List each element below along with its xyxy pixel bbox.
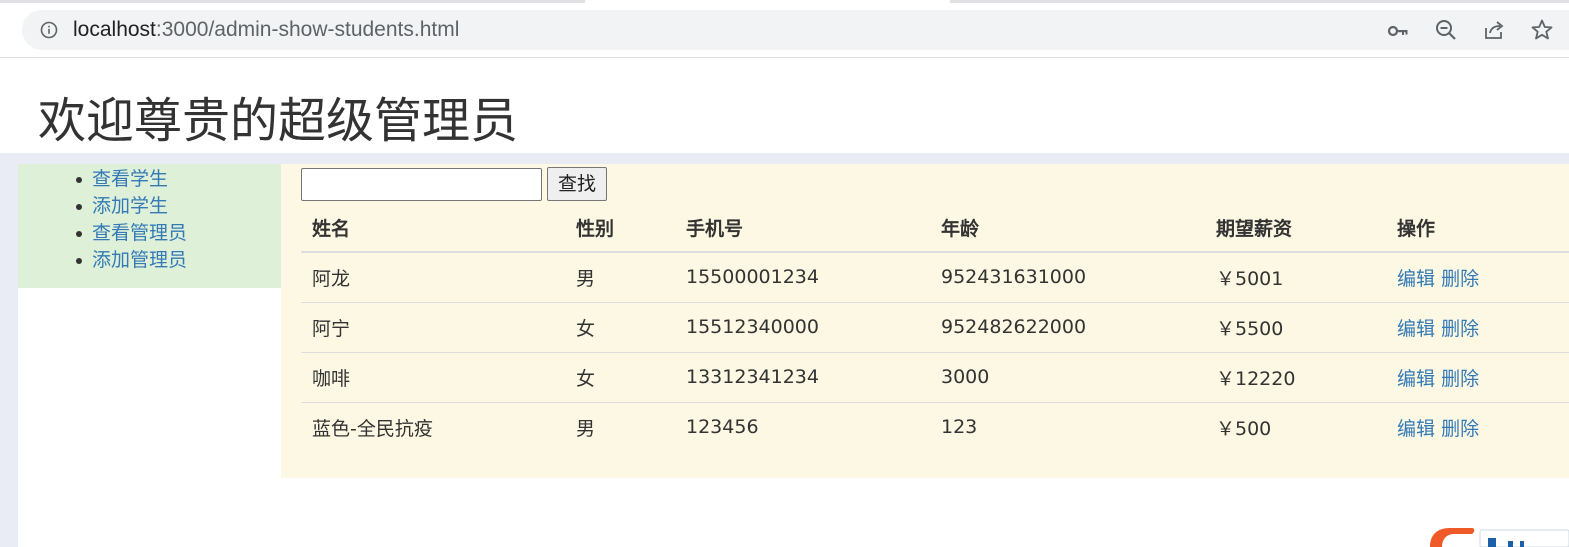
key-icon[interactable] xyxy=(1386,19,1410,43)
cell-gender: 女 xyxy=(565,351,675,402)
cell-phone: 13312341234 xyxy=(675,351,930,402)
cell-phone: 15500001234 xyxy=(686,266,819,289)
tab-strip-edge xyxy=(0,0,585,3)
cell-name: 咖啡 xyxy=(301,351,565,402)
edit-link[interactable]: 编辑 xyxy=(1397,418,1435,440)
browser-toolbar: localhost:3000/admin-show-students.html xyxy=(0,0,1569,58)
url-path: :3000/admin-show-students.html xyxy=(155,18,460,41)
column-header-actions: 操作 xyxy=(1386,203,1569,253)
table-row: 蓝色-全民抗疫 男 123456 123 ￥500 编辑 删除 xyxy=(301,401,1569,452)
sidebar-link-view-admins[interactable]: 查看管理员 xyxy=(92,222,187,244)
cell-salary: ￥5500 xyxy=(1205,301,1386,352)
info-icon[interactable] xyxy=(40,21,58,39)
cell-salary: ￥5001 xyxy=(1216,267,1284,290)
search-button[interactable]: 查找 xyxy=(547,167,607,201)
delete-link[interactable]: 删除 xyxy=(1441,368,1479,390)
cell-age: 952482622000 xyxy=(930,301,1205,352)
main-panel: 查找 姓名 性别 手机号 年龄 期望薪资 操作 阿龙 男 15500001234… xyxy=(281,164,1569,478)
cell-phone: 123456 xyxy=(675,401,930,452)
sidebar-item-view-admins: 查看管理员 xyxy=(76,220,187,247)
list-bullet xyxy=(76,204,82,210)
cell-actions: 编辑 删除 xyxy=(1386,351,1569,402)
cell-actions: 编辑 删除 xyxy=(1386,301,1569,352)
address-bar[interactable]: localhost:3000/admin-show-students.html xyxy=(22,10,1569,50)
list-bullet xyxy=(76,177,82,183)
column-header-salary: 期望薪资 xyxy=(1205,203,1386,253)
table-row: 咖啡 女 13312341234 3000 ￥12220 编辑 删除 xyxy=(301,351,1569,402)
cell-gender: 男 xyxy=(565,401,675,452)
cell-name: 阿宁 xyxy=(301,301,565,352)
sidebar-item-add-admin: 添加管理员 xyxy=(76,247,187,274)
cell-gender: 女 xyxy=(565,301,675,352)
cell-salary: ￥500 xyxy=(1205,401,1386,452)
sidebar-item-view-students: 查看学生 xyxy=(76,166,187,193)
cell-age: 123 xyxy=(930,401,1205,452)
cell-gender: 男 xyxy=(576,267,596,290)
column-header-phone: 手机号 xyxy=(675,203,930,253)
delete-link[interactable]: 删除 xyxy=(1441,318,1479,340)
zoom-out-icon[interactable] xyxy=(1434,18,1458,42)
share-icon[interactable] xyxy=(1482,18,1506,42)
list-bullet xyxy=(76,231,82,237)
cell-actions: 编辑 删除 xyxy=(1386,252,1569,302)
sidebar-item-add-student: 添加学生 xyxy=(76,193,187,220)
sidebar: 查看学生 添加学生 查看管理员 添加管理员 xyxy=(18,164,281,288)
page-title: 欢迎尊贵的超级管理员 xyxy=(38,93,519,149)
delete-link[interactable]: 删除 xyxy=(1441,418,1479,440)
cell-salary: ￥12220 xyxy=(1205,351,1386,402)
floating-widget-icon[interactable] xyxy=(1428,526,1569,547)
column-header-name: 姓名 xyxy=(301,203,565,253)
sidebar-link-add-student[interactable]: 添加学生 xyxy=(92,195,168,217)
edit-link[interactable]: 编辑 xyxy=(1397,318,1435,340)
page-header: 欢迎尊贵的超级管理员 xyxy=(0,59,1569,153)
list-bullet xyxy=(76,258,82,264)
cell-actions: 编辑 删除 xyxy=(1386,401,1569,452)
delete-link[interactable]: 删除 xyxy=(1441,268,1479,290)
url-host: localhost xyxy=(73,18,156,41)
edit-link[interactable]: 编辑 xyxy=(1397,268,1435,290)
url-text[interactable]: localhost:3000/admin-show-students.html xyxy=(73,18,459,42)
students-table: 姓名 性别 手机号 年龄 期望薪资 操作 阿龙 男 15500001234 95… xyxy=(301,203,1569,452)
table-row: 阿宁 女 15512340000 952482622000 ￥5500 编辑 删… xyxy=(301,301,1569,352)
star-icon[interactable] xyxy=(1530,18,1554,42)
column-header-age: 年龄 xyxy=(930,203,1205,253)
cell-age: 952431631000 xyxy=(941,266,1087,289)
search-input[interactable] xyxy=(301,168,542,201)
sidebar-link-view-students[interactable]: 查看学生 xyxy=(92,168,168,190)
table-row: 阿龙 男 15500001234 952431631000 ￥5001 编辑 删… xyxy=(301,252,1569,302)
tab-strip-edge xyxy=(950,0,1569,3)
table-header-row: 姓名 性别 手机号 年龄 期望薪资 操作 xyxy=(301,203,1569,253)
sidebar-link-add-admin[interactable]: 添加管理员 xyxy=(92,249,187,271)
edit-link[interactable]: 编辑 xyxy=(1397,368,1435,390)
sidebar-nav: 查看学生 添加学生 查看管理员 添加管理员 xyxy=(76,166,187,274)
cell-name: 蓝色-全民抗疫 xyxy=(301,401,565,452)
cell-name: 阿龙 xyxy=(312,267,351,290)
cell-phone: 15512340000 xyxy=(675,301,930,352)
column-header-gender: 性别 xyxy=(565,203,675,253)
cell-age: 3000 xyxy=(930,351,1205,402)
